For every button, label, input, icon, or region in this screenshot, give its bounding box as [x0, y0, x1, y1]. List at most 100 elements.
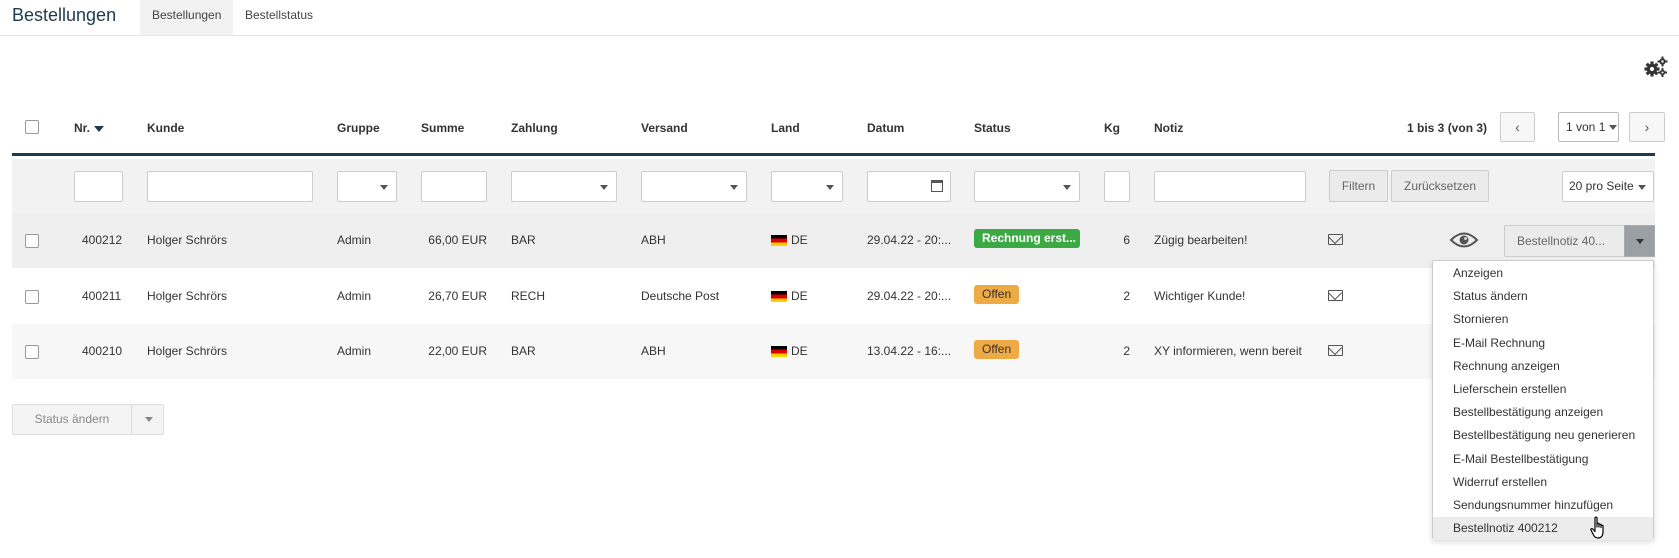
- tab-bestellungen[interactable]: Bestellungen: [140, 0, 234, 35]
- cell-gruppe: Admin: [337, 344, 372, 358]
- cell-land-label: DE: [791, 344, 808, 358]
- filter-kg-input[interactable]: [1104, 171, 1130, 202]
- cell-summe: 26,70 EUR: [428, 289, 487, 303]
- menu-item-email-bestellbestaetigung[interactable]: E-Mail Bestellbestätigung: [1433, 448, 1653, 471]
- cell-kg: 2: [1123, 289, 1130, 303]
- per-page-select[interactable]: 20 pro Seite: [1562, 171, 1654, 202]
- caret-down-icon: [730, 185, 738, 190]
- cell-summe: 66,00 EUR: [428, 233, 487, 247]
- cell-datum: 29.04.22 - 20:...: [867, 233, 952, 247]
- column-header-kg[interactable]: Kg: [1104, 121, 1120, 135]
- menu-item-widerruf-erstellen[interactable]: Widerruf erstellen: [1433, 471, 1653, 494]
- flag-de-icon: [771, 235, 787, 247]
- cell-land: DE: [771, 289, 808, 303]
- pager-prev-button[interactable]: ‹: [1500, 112, 1535, 142]
- column-header-nr[interactable]: Nr.: [74, 121, 105, 135]
- menu-item-lieferschein-erstellen[interactable]: Lieferschein erstellen: [1433, 378, 1653, 401]
- mail-icon[interactable]: [1328, 345, 1343, 356]
- page-title: Bestellungen: [12, 5, 117, 25]
- gears-icon[interactable]: [1644, 56, 1668, 78]
- tab-bestellstatus[interactable]: Bestellstatus: [233, 0, 325, 35]
- column-header-status[interactable]: Status: [974, 121, 1011, 135]
- caret-down-icon: [1636, 239, 1644, 244]
- table-row[interactable]: 400211 Holger Schrörs Admin 26,70 EUR RE…: [12, 269, 1655, 324]
- row-checkbox[interactable]: [25, 290, 39, 304]
- cell-nr: 400212: [82, 233, 123, 247]
- calendar-icon[interactable]: [931, 180, 943, 192]
- caret-down-icon: [380, 185, 388, 190]
- bulk-status-button-group[interactable]: Status ändern: [12, 404, 164, 435]
- cell-datum: 13.04.22 - 16:...: [867, 344, 952, 358]
- cell-kg: 2: [1123, 344, 1130, 358]
- column-header-land[interactable]: Land: [771, 121, 800, 135]
- cell-zahlung: BAR: [511, 344, 536, 358]
- order-note-button[interactable]: Bestellnotiz 40...: [1504, 225, 1624, 257]
- filter-land-select[interactable]: [771, 171, 843, 202]
- cell-versand: ABH: [641, 344, 666, 358]
- column-header-datum[interactable]: Datum: [867, 121, 904, 135]
- menu-item-status-aendern[interactable]: Status ändern: [1433, 285, 1653, 308]
- column-header-versand[interactable]: Versand: [641, 121, 688, 135]
- menu-item-sendungsnummer-hinzufuegen[interactable]: Sendungsnummer hinzufügen: [1433, 494, 1653, 517]
- select-all-checkbox[interactable]: [25, 120, 39, 134]
- cell-versand: ABH: [641, 233, 666, 247]
- filter-gruppe-select[interactable]: [337, 171, 397, 202]
- filter-kunde-input[interactable]: [147, 171, 313, 202]
- menu-item-rechnung-anzeigen[interactable]: Rechnung anzeigen: [1433, 355, 1653, 378]
- filter-summe-input[interactable]: [421, 171, 487, 202]
- cell-notiz: Zügig bearbeiten!: [1154, 233, 1248, 247]
- cell-kunde[interactable]: Holger Schrörs: [147, 289, 227, 303]
- filter-button[interactable]: Filtern: [1329, 170, 1388, 202]
- filter-row: Filtern Zurücksetzen 20 pro Seite: [12, 159, 1655, 213]
- chevron-left-icon: ‹: [1515, 119, 1520, 135]
- column-header-zahlung[interactable]: Zahlung: [511, 121, 558, 135]
- cell-nr: 400210: [82, 344, 123, 358]
- filter-datum-input[interactable]: [867, 171, 951, 202]
- eye-icon[interactable]: [1449, 230, 1479, 250]
- caret-down-icon[interactable]: [145, 417, 153, 422]
- flag-de-icon: [771, 346, 787, 358]
- cell-land-label: DE: [791, 233, 808, 247]
- column-header-notiz[interactable]: Notiz: [1154, 121, 1183, 135]
- cell-land: DE: [771, 233, 808, 247]
- cell-zahlung: BAR: [511, 233, 536, 247]
- flag-de-icon: [771, 291, 787, 303]
- menu-item-bestellnotiz[interactable]: Bestellnotiz 400212: [1433, 517, 1653, 541]
- filter-notiz-input[interactable]: [1154, 171, 1306, 202]
- menu-item-anzeigen[interactable]: Anzeigen: [1433, 262, 1653, 285]
- caret-down-icon: [1608, 125, 1617, 131]
- reset-button[interactable]: Zurücksetzen: [1391, 170, 1489, 202]
- filter-zahlung-select[interactable]: [511, 171, 617, 202]
- row-checkbox[interactable]: [25, 234, 39, 248]
- pager-summary: 1 bis 3 (von 3): [1407, 121, 1488, 135]
- filter-nr-input[interactable]: [74, 171, 123, 202]
- page-select-value: 1 von 1: [1566, 120, 1606, 134]
- caret-down-icon: [600, 185, 608, 190]
- menu-item-stornieren[interactable]: Stornieren: [1433, 308, 1653, 331]
- table-row[interactable]: 400212 Holger Schrörs Admin 66,00 EUR BA…: [12, 213, 1655, 268]
- column-header-nr-label: Nr.: [74, 121, 91, 135]
- mail-icon[interactable]: [1328, 234, 1343, 245]
- column-header-kunde[interactable]: Kunde: [147, 121, 184, 135]
- status-badge: Offen: [974, 340, 1020, 359]
- cell-kunde[interactable]: Holger Schrörs: [147, 233, 227, 247]
- table-row[interactable]: 400210 Holger Schrörs Admin 22,00 EUR BA…: [12, 324, 1655, 379]
- cell-land: DE: [771, 344, 808, 358]
- cell-versand: Deutsche Post: [641, 289, 720, 303]
- filter-status-select[interactable]: [974, 171, 1080, 202]
- bulk-status-button[interactable]: Status ändern: [13, 405, 132, 434]
- menu-item-email-rechnung[interactable]: E-Mail Rechnung: [1433, 332, 1653, 355]
- column-header-gruppe[interactable]: Gruppe: [337, 121, 380, 135]
- column-header-summe[interactable]: Summe: [421, 121, 464, 135]
- cell-notiz: Wichtiger Kunde!: [1154, 289, 1246, 303]
- menu-item-bestellbestaetigung-anzeigen[interactable]: Bestellbestätigung anzeigen: [1433, 401, 1653, 424]
- mail-icon[interactable]: [1328, 290, 1343, 301]
- pager-next-button[interactable]: ›: [1629, 112, 1665, 142]
- menu-item-bestellbestaetigung-neu-generieren[interactable]: Bestellbestätigung neu generieren: [1433, 424, 1653, 447]
- caret-down-icon: [1638, 185, 1646, 190]
- page-select[interactable]: 1 von 1: [1558, 112, 1619, 142]
- row-checkbox[interactable]: [25, 345, 39, 359]
- row-actions-dropdown-toggle[interactable]: [1624, 225, 1655, 257]
- filter-versand-select[interactable]: [641, 171, 747, 202]
- cell-kunde[interactable]: Holger Schrörs: [147, 344, 227, 358]
